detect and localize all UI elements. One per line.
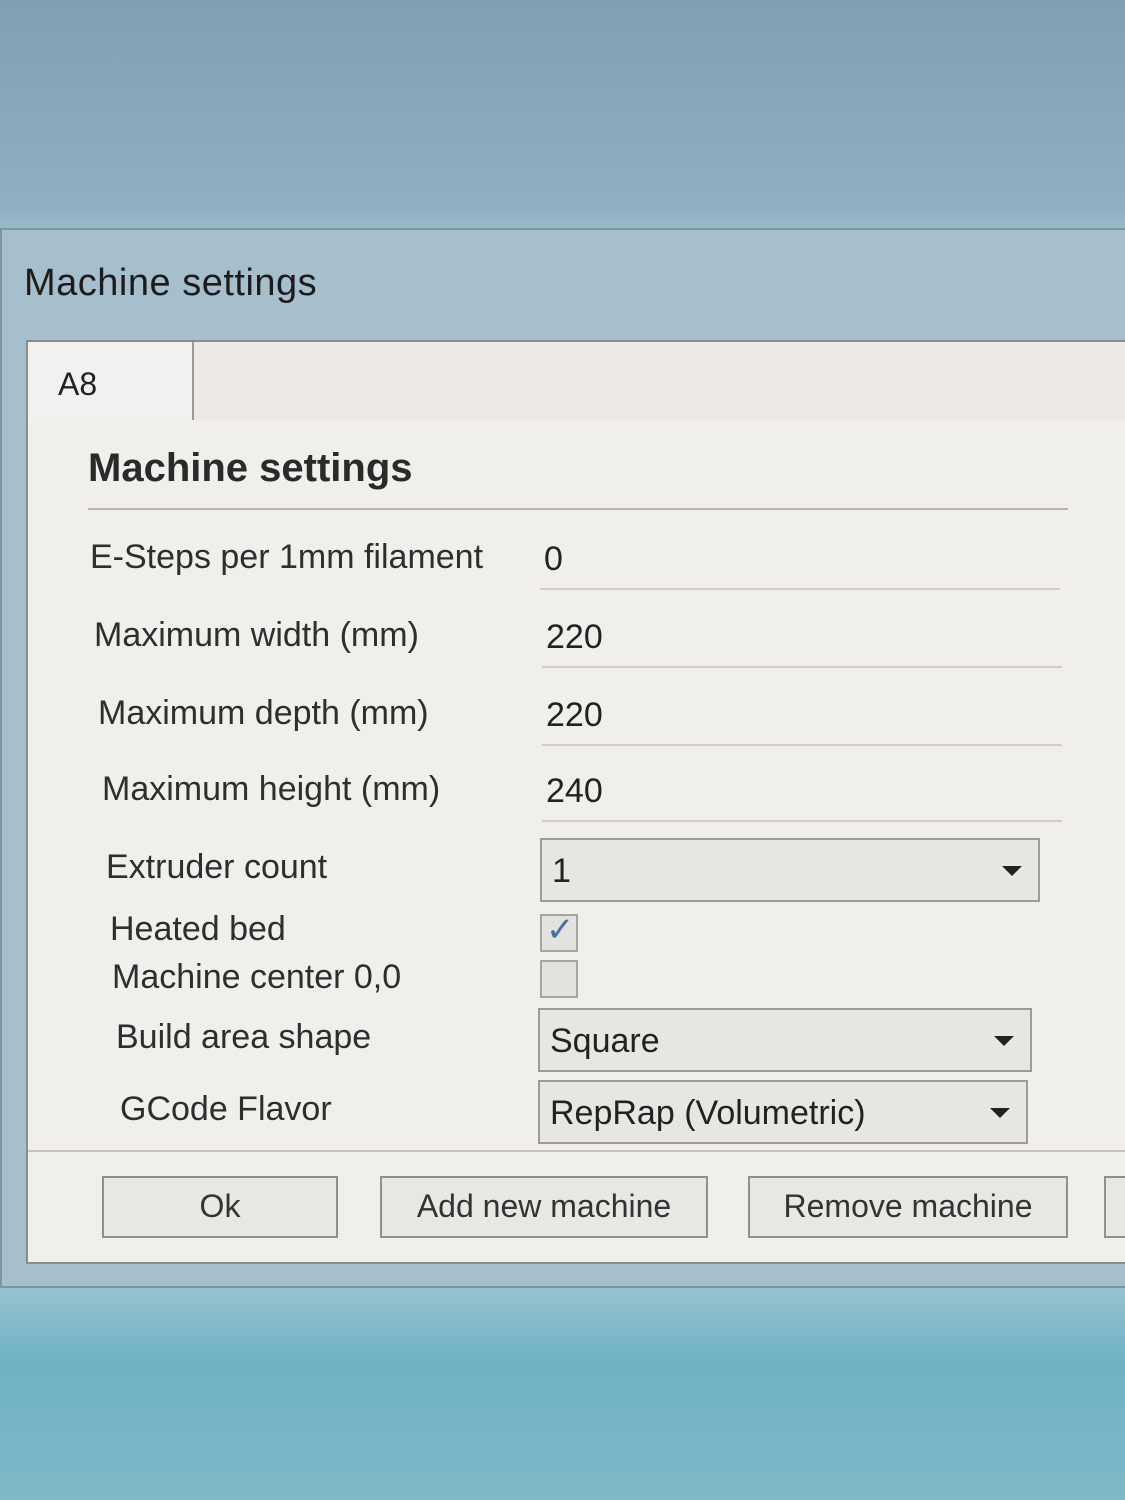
chevron-down-icon	[1002, 866, 1022, 876]
esteps-value: 0	[544, 540, 563, 578]
gcode-flavor-label: GCode Flavor	[120, 1090, 332, 1128]
machine-center-label: Machine center 0,0	[112, 958, 402, 996]
section-divider	[88, 508, 1068, 510]
tab-strip: A8	[28, 342, 1125, 422]
max-width-input[interactable]: 220	[542, 608, 1062, 668]
chevron-down-icon	[990, 1108, 1010, 1118]
tab-label: A8	[58, 366, 98, 402]
max-depth-input[interactable]: 220	[542, 686, 1062, 746]
max-width-value: 220	[546, 618, 603, 656]
section-title: Machine settings	[88, 446, 413, 490]
partial-button[interactable]	[1104, 1176, 1125, 1238]
button-row-divider	[28, 1150, 1125, 1152]
gcode-flavor-select[interactable]: RepRap (Volumetric)	[538, 1080, 1028, 1144]
remove-machine-button[interactable]: Remove machine	[748, 1176, 1068, 1238]
max-depth-label: Maximum depth (mm)	[98, 694, 429, 732]
max-width-label: Maximum width (mm)	[94, 616, 419, 654]
title-bar[interactable]: Machine settings	[2, 230, 1125, 340]
max-height-label: Maximum height (mm)	[102, 770, 441, 808]
tab-a8[interactable]: A8	[28, 342, 194, 420]
ok-button[interactable]: Ok	[102, 1176, 338, 1238]
extruder-count-value: 1	[552, 852, 571, 890]
settings-panel: Machine settings E-Steps per 1mm filamen…	[28, 420, 1125, 1262]
dialog-client-area: A8 Machine settings E-Steps per 1mm fila…	[26, 340, 1125, 1264]
machine-settings-window: Machine settings A8 Machine settings E-S…	[0, 228, 1125, 1288]
heated-bed-label: Heated bed	[110, 910, 286, 948]
add-new-machine-button[interactable]: Add new machine	[380, 1176, 708, 1238]
extruder-count-label: Extruder count	[106, 848, 328, 886]
max-height-input[interactable]: 240	[542, 762, 1062, 822]
build-area-shape-select[interactable]: Square	[538, 1008, 1032, 1072]
build-area-shape-value: Square	[550, 1022, 660, 1060]
desktop-background	[0, 1270, 1125, 1500]
esteps-input[interactable]: 0	[540, 530, 1060, 590]
gcode-flavor-value: RepRap (Volumetric)	[550, 1094, 866, 1132]
chevron-down-icon	[994, 1036, 1014, 1046]
heated-bed-checkbox[interactable]: ✓	[540, 910, 578, 952]
build-area-shape-label: Build area shape	[116, 1018, 372, 1056]
extruder-count-select[interactable]: 1	[540, 838, 1040, 902]
window-title: Machine settings	[24, 262, 318, 304]
machine-center-checkbox[interactable]	[540, 960, 578, 998]
esteps-label: E-Steps per 1mm filament	[90, 538, 484, 576]
max-height-value: 240	[546, 772, 603, 810]
checkmark-icon: ✓	[546, 910, 575, 950]
max-depth-value: 220	[546, 696, 603, 734]
